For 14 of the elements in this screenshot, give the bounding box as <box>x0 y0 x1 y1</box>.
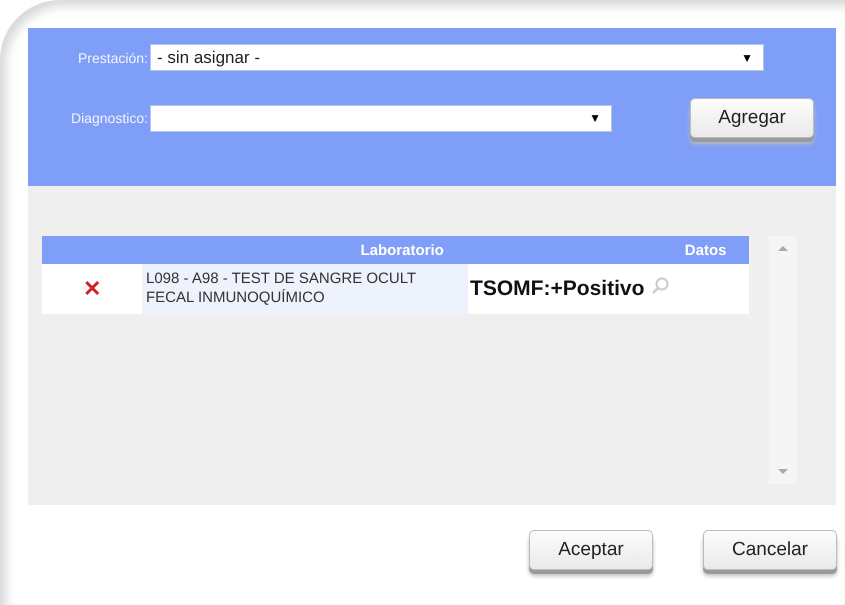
search-icon[interactable] <box>650 276 670 296</box>
table-cell: L098 - A98 - TEST DE SANGRE OCULT FECAL INMUNOQUÍMICO <box>142 264 468 314</box>
dropdown-arrow-icon: ▼ <box>589 111 601 125</box>
field-label: Diagnostico: <box>70 110 148 126</box>
delete-icon[interactable]: ✕ <box>42 276 142 302</box>
column-header: Laboratorio <box>359 242 445 258</box>
scroll-up-icon[interactable] <box>777 244 789 252</box>
scrollbar[interactable] <box>769 236 797 484</box>
field-label: Prestación: <box>76 50 148 66</box>
scroll-down-icon[interactable] <box>777 468 789 476</box>
dropdown-field[interactable]: - sin asignar - ▼ <box>150 44 764 71</box>
column-header: Datos <box>684 242 728 258</box>
dropdown-arrow-icon: ▼ <box>741 50 753 64</box>
dropdown-field[interactable]: ▼ <box>150 104 612 132</box>
